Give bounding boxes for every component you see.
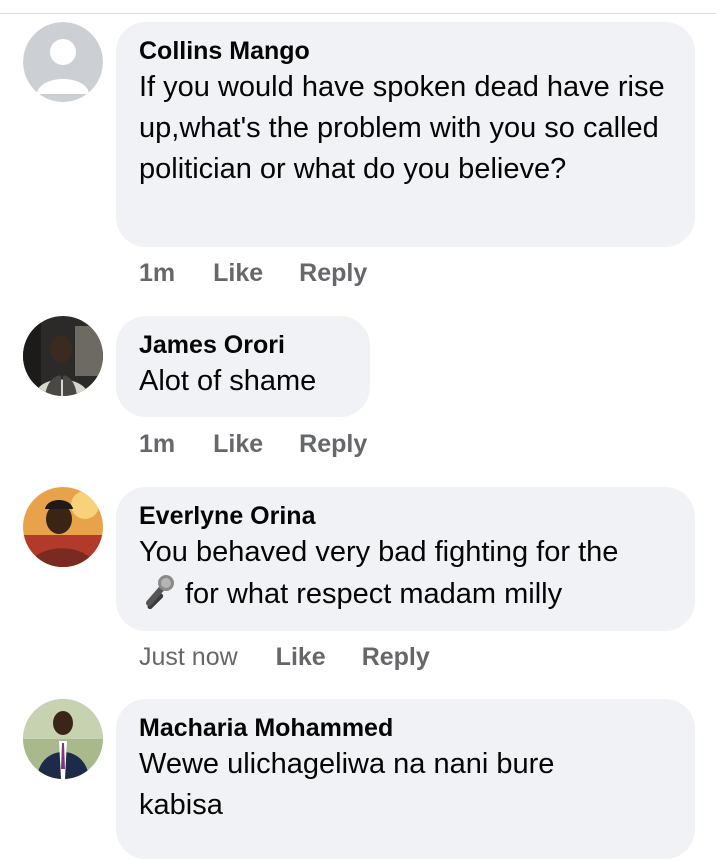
comment-text: Alot of shame [139, 365, 317, 397]
comment-timestamp[interactable]: 1m [139, 430, 175, 458]
comment-text: You behaved very bad fighting for the fo… [139, 532, 673, 615]
default-avatar-icon [23, 22, 103, 102]
comment-author[interactable]: Collins Mango [139, 36, 673, 66]
profile-photo-icon [23, 487, 103, 567]
avatar-everlyne-orina[interactable] [23, 487, 103, 567]
comment-author[interactable]: Everlyne Orina [139, 501, 673, 531]
avatar-collins-mango[interactable] [23, 22, 103, 102]
comment-bubble[interactable]: Collins Mango If you would have spoken d… [116, 22, 695, 247]
profile-photo-icon [23, 699, 103, 779]
comment-actions: Just now Like Reply [139, 643, 466, 672]
reply-button[interactable]: Reply [299, 430, 367, 458]
comment-text-line: for what respect madam milly [185, 578, 563, 610]
comment-text-line: You behaved very bad fighting for the [139, 536, 619, 568]
comment-timestamp[interactable]: 1m [139, 259, 175, 287]
comment-text: If you would have spoken dead have rise … [139, 71, 665, 185]
comment-text: Wewe ulichageliwa na nani bure kabisa [139, 748, 555, 821]
like-button[interactable]: Like [276, 643, 326, 671]
comment-timestamp[interactable]: Just now [139, 643, 238, 671]
top-divider [0, 0, 716, 14]
like-button[interactable]: Like [213, 259, 263, 287]
comment-actions: 1m Like Reply [139, 259, 403, 288]
avatar-macharia-mohammed[interactable] [23, 699, 103, 779]
reply-button[interactable]: Reply [362, 643, 430, 671]
microphone-icon [139, 573, 177, 610]
comment-author[interactable]: Macharia Mohammed [139, 713, 673, 743]
comment-bubble[interactable]: James Orori Alot of shame [116, 316, 370, 417]
reply-button[interactable]: Reply [299, 259, 367, 287]
comment-actions: 1m Like Reply [139, 430, 403, 459]
comment-author[interactable]: James Orori [139, 330, 348, 360]
like-button[interactable]: Like [213, 430, 263, 458]
comment-bubble[interactable]: Macharia Mohammed Wewe ulichageliwa na n… [116, 699, 695, 859]
avatar-james-orori[interactable] [23, 316, 103, 396]
comment-bubble[interactable]: Everlyne Orina You behaved very bad figh… [116, 487, 695, 631]
profile-photo-icon [23, 316, 103, 396]
